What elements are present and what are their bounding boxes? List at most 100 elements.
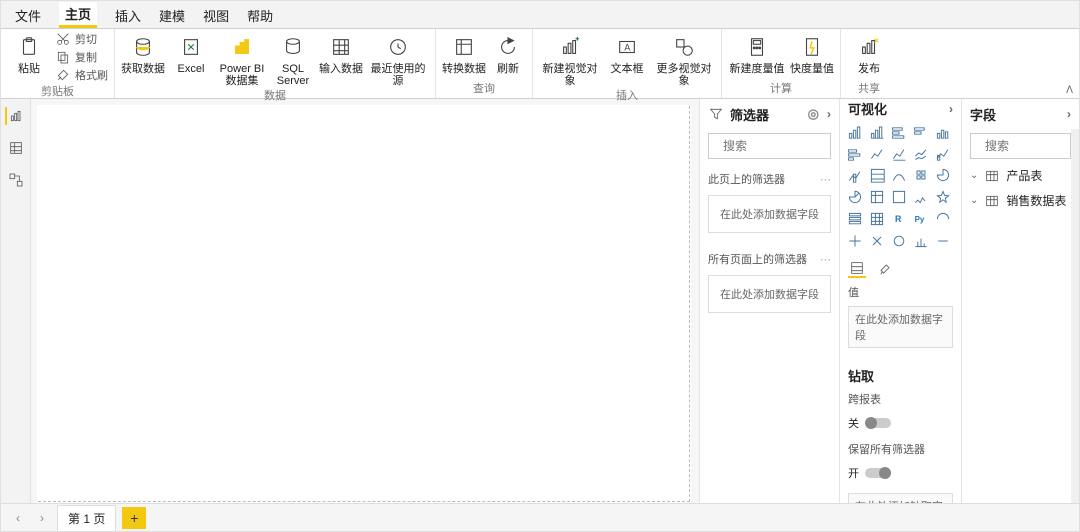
all-pages-filters-dropzone[interactable]: 在此处添加数据字段 <box>708 275 831 313</box>
viz-matrix[interactable] <box>868 210 886 228</box>
cut-button[interactable]: 剪切 <box>55 31 108 47</box>
viz-waterfall[interactable] <box>890 166 908 184</box>
viz-clustered-hbar[interactable] <box>912 122 930 140</box>
ribbon-collapse-button[interactable]: ᐱ <box>1066 85 1073 96</box>
ribbon-group-data: 获取数据 Excel Power BI 数据集 SQL Server 输入数据 <box>115 29 436 98</box>
viz-combo1[interactable] <box>934 144 952 162</box>
viz-line[interactable] <box>868 144 886 162</box>
filters-collapse-button[interactable]: › <box>827 107 831 121</box>
tab-model[interactable]: 建模 <box>159 2 185 28</box>
viz-kpi[interactable] <box>868 232 886 250</box>
visualizations-panel: 可视化 › RPy 值 在此处添加数据字段 钻取 跨报表 关 保留所有筛选器 开… <box>839 99 961 503</box>
viz-format-tab[interactable] <box>876 260 894 278</box>
viz-table[interactable] <box>846 210 864 228</box>
viz-area[interactable] <box>890 144 908 162</box>
group-label-query: 查询 <box>473 80 495 98</box>
viz-stacked-area[interactable] <box>912 144 930 162</box>
tab-help[interactable]: 帮助 <box>247 2 273 28</box>
fields-collapse-button[interactable]: › <box>1067 107 1071 121</box>
scissors-icon <box>55 31 71 47</box>
tab-file[interactable]: 文件 <box>15 2 41 28</box>
table-icon <box>984 168 1000 184</box>
chevron-down-icon: ⌄ <box>970 170 978 181</box>
model-view-button[interactable] <box>7 171 25 189</box>
viz-100-bar[interactable] <box>934 122 952 140</box>
group-label-share: 共享 <box>858 80 880 98</box>
enter-data-button[interactable]: 输入数据 <box>319 31 363 87</box>
textbox-button[interactable]: A 文本框 <box>605 31 649 87</box>
tab-view[interactable]: 视图 <box>203 2 229 28</box>
new-measure-button[interactable]: 新建度量值 <box>728 31 786 80</box>
refresh-button[interactable]: 刷新 <box>490 31 526 80</box>
viz-100-hbar[interactable] <box>846 144 864 162</box>
eye-icon[interactable]: ◎ <box>808 106 819 122</box>
viz-combo2[interactable] <box>846 166 864 184</box>
fields-scrollbar[interactable] <box>1071 129 1079 503</box>
database-icon <box>129 33 157 61</box>
page-tab-1[interactable]: 第 1 页 <box>57 505 116 531</box>
fields-search[interactable] <box>970 133 1071 159</box>
quick-measure-button[interactable]: 快度量值 <box>790 31 834 80</box>
viz-key-influencers[interactable] <box>912 232 930 250</box>
viz-more[interactable] <box>934 232 952 250</box>
tab-insert[interactable]: 插入 <box>115 2 141 28</box>
excel-button[interactable]: Excel <box>169 31 213 87</box>
tab-home[interactable]: 主页 <box>59 2 97 28</box>
cross-report-toggle[interactable]: 关 <box>840 411 961 435</box>
values-dropzone[interactable]: 在此处添加数据字段 <box>848 306 953 348</box>
viz-clustered-bar[interactable] <box>868 122 886 140</box>
viz-r-visual[interactable]: R <box>890 210 908 228</box>
values-label: 值 <box>848 284 859 300</box>
fields-title: 字段 <box>970 105 996 124</box>
transform-data-button[interactable]: 转换数据 <box>442 31 486 80</box>
viz-treemap[interactable] <box>912 166 930 184</box>
format-painter-button[interactable]: 格式刷 <box>55 67 108 83</box>
sql-server-button[interactable]: SQL Server <box>271 31 315 87</box>
new-visual-button[interactable]: 新建视觉对象 <box>539 31 601 87</box>
fields-table-0[interactable]: ⌄ 产品表 <box>962 163 1079 188</box>
publish-button[interactable]: 发布 <box>847 31 891 80</box>
viz-funnel[interactable] <box>934 188 952 206</box>
more-visuals-button[interactable]: 更多视觉对象 <box>653 31 715 87</box>
clipboard-icon <box>15 33 43 61</box>
calculator-icon <box>743 33 771 61</box>
all-pages-filters-more[interactable]: ⋯ <box>820 253 831 266</box>
report-view-button[interactable] <box>7 107 25 125</box>
powerbi-dataset-button[interactable]: Power BI 数据集 <box>217 31 267 87</box>
group-label-data: 数据 <box>264 87 286 105</box>
viz-map[interactable] <box>868 188 886 206</box>
viz-stacked-hbar[interactable] <box>890 122 908 140</box>
chevron-down-icon: ⌄ <box>970 195 978 206</box>
copy-button[interactable]: 复制 <box>55 49 108 65</box>
viz-fields-tab[interactable] <box>848 260 866 278</box>
group-label-calc: 计算 <box>770 80 792 98</box>
recent-sources-button[interactable]: 最近使用的源 <box>367 31 429 87</box>
viz-filled-map[interactable] <box>890 188 908 206</box>
page-filters-more[interactable]: ⋯ <box>820 173 831 186</box>
report-canvas[interactable] <box>37 105 691 503</box>
viz-ribbon[interactable] <box>868 166 886 184</box>
viz-pie[interactable] <box>934 166 952 184</box>
add-page-button[interactable]: + <box>122 507 146 529</box>
get-data-button[interactable]: 获取数据 <box>121 31 165 87</box>
viz-gauge[interactable] <box>934 210 952 228</box>
fields-search-input[interactable] <box>983 138 1080 154</box>
keep-all-filters-toggle[interactable]: 开 <box>840 461 961 485</box>
table-icon <box>984 193 1000 209</box>
fields-table-1[interactable]: ⌄ 销售数据表 <box>962 188 1079 213</box>
viz-scatter[interactable] <box>912 188 930 206</box>
viz-py-visual[interactable]: Py <box>912 210 930 228</box>
viz-stacked-bar[interactable] <box>846 122 864 140</box>
prev-page-button[interactable]: ‹ <box>9 509 27 527</box>
viz-slicer[interactable] <box>890 232 908 250</box>
main-area: 筛选器 ◎ › 此页上的筛选器 ⋯ 在此处添加数据字段 所有页面上的筛选器 ⋯ … <box>1 99 1079 503</box>
page-filters-dropzone[interactable]: 在此处添加数据字段 <box>708 195 831 233</box>
filters-search[interactable] <box>708 133 831 159</box>
viz-donut[interactable] <box>846 188 864 206</box>
viz-card[interactable] <box>846 232 864 250</box>
data-view-button[interactable] <box>7 139 25 157</box>
next-page-button[interactable]: › <box>33 509 51 527</box>
filters-panel: 筛选器 ◎ › 此页上的筛选器 ⋯ 在此处添加数据字段 所有页面上的筛选器 ⋯ … <box>699 99 839 503</box>
viz-collapse-button[interactable]: › <box>949 102 953 116</box>
paste-button[interactable]: 粘贴 <box>7 31 51 83</box>
